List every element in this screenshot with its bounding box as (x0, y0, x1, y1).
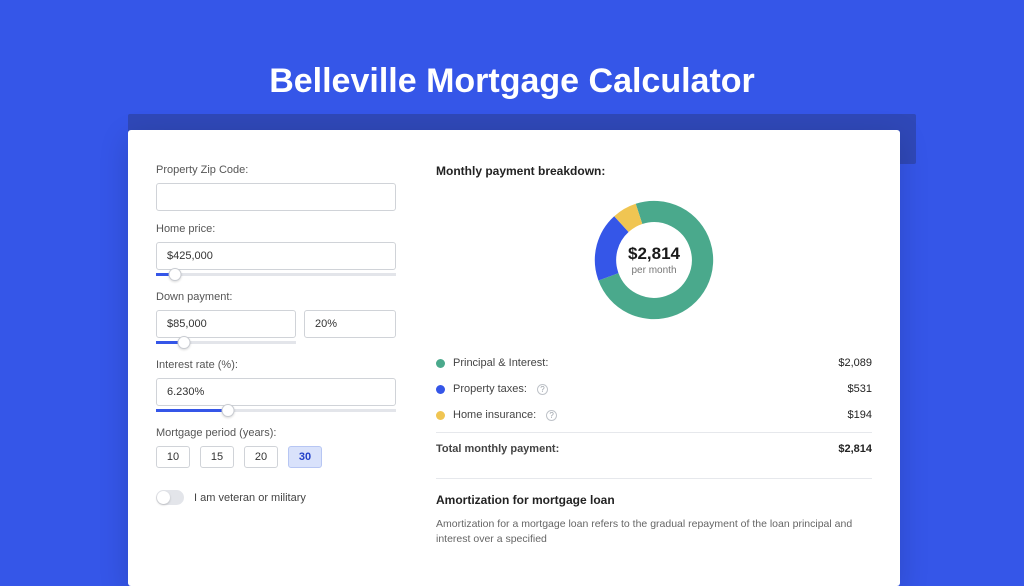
page-title: Belleville Mortgage Calculator (0, 0, 1024, 123)
amortization-title: Amortization for mortgage loan (436, 493, 872, 507)
legend-dot (436, 385, 445, 394)
period-button-10[interactable]: 10 (156, 446, 190, 468)
down-payment-label: Down payment: (156, 291, 396, 303)
zip-label: Property Zip Code: (156, 164, 396, 176)
interest-rate-label: Interest rate (%): (156, 359, 396, 371)
calculator-card: Property Zip Code: Home price: Down paym… (128, 130, 900, 586)
total-label: Total monthly payment: (436, 443, 559, 455)
veteran-toggle[interactable] (156, 490, 184, 505)
down-payment-slider[interactable] (156, 337, 296, 347)
info-icon[interactable]: ? (537, 384, 548, 395)
period-buttons: 10 15 20 30 (156, 446, 396, 468)
home-price-label: Home price: (156, 223, 396, 235)
breakdown-row: Home insurance:? $194 (436, 402, 872, 428)
zip-input[interactable] (156, 183, 396, 211)
interest-rate-slider[interactable] (156, 405, 396, 415)
legend-dot (436, 359, 445, 368)
breakdown-item-value: $531 (848, 383, 872, 395)
breakdown-item-value: $194 (848, 409, 872, 421)
period-button-20[interactable]: 20 (244, 446, 278, 468)
legend-dot (436, 411, 445, 420)
form-panel: Property Zip Code: Home price: Down paym… (156, 158, 396, 546)
donut-sub: per month (631, 265, 676, 276)
breakdown-row: Property taxes:? $531 (436, 376, 872, 402)
breakdown-item-label: Home insurance: (453, 409, 536, 421)
breakdown-item-label: Property taxes: (453, 383, 527, 395)
down-payment-input[interactable] (156, 310, 296, 338)
breakdown-item-value: $2,089 (838, 357, 872, 369)
period-button-15[interactable]: 15 (200, 446, 234, 468)
breakdown-title: Monthly payment breakdown: (436, 164, 872, 178)
down-payment-pct-input[interactable] (304, 310, 396, 338)
breakdown-item-label: Principal & Interest: (453, 357, 548, 369)
home-price-input[interactable] (156, 242, 396, 270)
breakdown-row: Principal & Interest: $2,089 (436, 350, 872, 376)
total-value: $2,814 (838, 443, 872, 455)
veteran-label: I am veteran or military (194, 492, 306, 504)
period-label: Mortgage period (years): (156, 427, 396, 439)
period-button-30[interactable]: 30 (288, 446, 322, 468)
info-icon[interactable]: ? (546, 410, 557, 421)
amortization-text: Amortization for a mortgage loan refers … (436, 517, 872, 546)
payment-donut-chart: $2,814 per month (590, 196, 718, 324)
interest-rate-input[interactable] (156, 378, 396, 406)
donut-amount: $2,814 (628, 244, 680, 264)
breakdown-panel: Monthly payment breakdown: $2,814 per mo… (436, 158, 872, 546)
home-price-slider[interactable] (156, 269, 396, 279)
